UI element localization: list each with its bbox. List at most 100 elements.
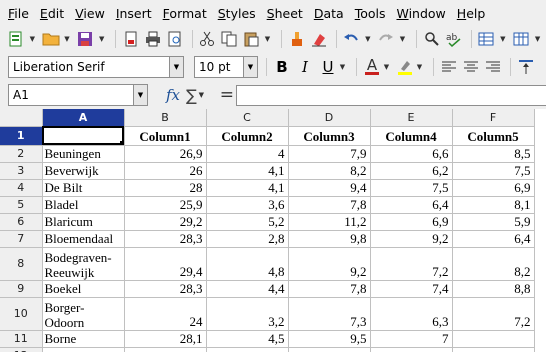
menu-insert[interactable]: Insert bbox=[116, 6, 152, 21]
cell[interactable]: 6,4 bbox=[452, 230, 535, 248]
cell[interactable]: 8,2 bbox=[452, 247, 535, 281]
cell[interactable]: Borne bbox=[42, 330, 125, 348]
column-header-e[interactable]: E bbox=[370, 109, 453, 127]
cell[interactable]: 5,2 bbox=[206, 213, 289, 231]
cell[interactable]: 24 bbox=[124, 297, 207, 331]
cell[interactable]: 9,8 bbox=[288, 230, 371, 248]
clone-formatting-icon[interactable] bbox=[287, 29, 307, 49]
name-box[interactable]: A1 ▼ bbox=[8, 84, 148, 106]
cell[interactable]: 4,1 bbox=[206, 179, 289, 197]
redo-dropdown-icon[interactable]: ▼ bbox=[398, 29, 407, 49]
cell[interactable]: 6,6 bbox=[370, 145, 453, 163]
cell[interactable]: Beuningen bbox=[42, 145, 125, 163]
cell[interactable] bbox=[452, 330, 535, 348]
cell[interactable]: 7,4 bbox=[370, 280, 453, 298]
row-header[interactable]: 5 bbox=[0, 196, 43, 214]
fill-handle[interactable] bbox=[119, 140, 123, 144]
cell[interactable]: 6,9 bbox=[370, 213, 453, 231]
paste-dropdown-icon[interactable]: ▼ bbox=[263, 29, 272, 49]
menu-sheet[interactable]: Sheet bbox=[267, 6, 303, 21]
align-center-icon[interactable] bbox=[461, 57, 481, 77]
font-color-button[interactable]: A bbox=[362, 57, 382, 77]
cell[interactable] bbox=[370, 347, 453, 352]
bold-button[interactable]: B bbox=[272, 57, 292, 77]
cell[interactable]: De Bilt bbox=[42, 179, 125, 197]
new-dropdown-icon[interactable]: ▼ bbox=[28, 29, 37, 49]
cell[interactable]: 28,1 bbox=[124, 330, 207, 348]
sum-icon[interactable]: ∑ bbox=[186, 86, 197, 105]
cell[interactable]: 4,5 bbox=[206, 330, 289, 348]
cell[interactable]: 3,2 bbox=[206, 297, 289, 331]
cell[interactable]: 6,9 bbox=[452, 179, 535, 197]
cell[interactable] bbox=[452, 347, 535, 352]
row-header[interactable]: 10 bbox=[0, 297, 43, 331]
row-icon[interactable] bbox=[477, 29, 497, 49]
cell[interactable]: Column4 bbox=[370, 126, 453, 146]
cell[interactable]: Bloemendaal bbox=[42, 230, 125, 248]
cell[interactable]: 7,3 bbox=[288, 297, 371, 331]
italic-button[interactable]: I bbox=[295, 57, 315, 77]
cell[interactable]: 9,5 bbox=[288, 330, 371, 348]
cell[interactable]: 8,5 bbox=[452, 145, 535, 163]
row-header[interactable]: 11 bbox=[0, 330, 43, 348]
highlight-dropdown-icon[interactable]: ▼ bbox=[415, 57, 424, 77]
cell[interactable]: Column5 bbox=[452, 126, 535, 146]
cell[interactable]: Blaricum bbox=[42, 213, 125, 231]
cell[interactable]: 29,2 bbox=[124, 213, 207, 231]
undo-icon[interactable] bbox=[342, 29, 362, 49]
function-wizard-icon[interactable]: fx bbox=[166, 86, 180, 104]
print-preview-icon[interactable] bbox=[165, 29, 185, 49]
formula-input[interactable] bbox=[236, 85, 546, 106]
row-header[interactable]: 8 bbox=[0, 247, 43, 281]
font-name-combo[interactable]: Liberation Serif ▼ bbox=[8, 55, 184, 78]
column-dropdown-icon[interactable]: ▼ bbox=[533, 29, 542, 49]
redo-icon[interactable] bbox=[376, 29, 396, 49]
cell[interactable]: 28,3 bbox=[124, 230, 207, 248]
row-header[interactable]: 2 bbox=[0, 145, 43, 163]
cell[interactable]: 28,3 bbox=[124, 280, 207, 298]
cell[interactable]: 7,8 bbox=[288, 196, 371, 214]
cell[interactable]: Column2 bbox=[206, 126, 289, 146]
column-header-f[interactable]: F bbox=[452, 109, 535, 127]
cell[interactable]: 29,4 bbox=[124, 247, 207, 281]
row-header[interactable]: 7 bbox=[0, 230, 43, 248]
align-right-icon[interactable] bbox=[483, 57, 503, 77]
cell[interactable]: Column1 bbox=[124, 126, 207, 146]
highlight-icon[interactable] bbox=[395, 57, 415, 77]
select-all-corner[interactable] bbox=[0, 109, 43, 127]
font-name-dropdown-icon[interactable]: ▼ bbox=[169, 56, 183, 77]
font-size-combo[interactable]: 10 pt ▼ bbox=[194, 55, 258, 78]
menu-help[interactable]: Help bbox=[457, 6, 486, 21]
name-box-dropdown-icon[interactable]: ▼ bbox=[133, 85, 147, 105]
column-header-a[interactable]: A bbox=[42, 109, 125, 127]
cell[interactable]: Beverwijk bbox=[42, 162, 125, 180]
row-header[interactable]: 6 bbox=[0, 213, 43, 231]
underline-button[interactable]: U bbox=[318, 57, 338, 77]
cell[interactable]: 6,2 bbox=[370, 162, 453, 180]
cell[interactable]: 4 bbox=[206, 145, 289, 163]
cell[interactable]: 9,2 bbox=[370, 230, 453, 248]
row-header[interactable]: 1 bbox=[0, 126, 43, 146]
open-dropdown-icon[interactable]: ▼ bbox=[63, 29, 72, 49]
cell[interactable] bbox=[42, 347, 125, 352]
open-folder-icon[interactable] bbox=[41, 29, 61, 49]
row-header[interactable]: 4 bbox=[0, 179, 43, 197]
column-header-c[interactable]: C bbox=[206, 109, 289, 127]
font-size-dropdown-icon[interactable]: ▼ bbox=[243, 56, 257, 77]
menu-data[interactable]: Data bbox=[314, 6, 344, 21]
cell[interactable]: Borger- Odoorn bbox=[42, 297, 125, 331]
cell[interactable]: 26 bbox=[124, 162, 207, 180]
font-color-dropdown-icon[interactable]: ▼ bbox=[382, 57, 391, 77]
menu-styles[interactable]: Styles bbox=[218, 6, 256, 21]
cell[interactable]: 7,5 bbox=[452, 162, 535, 180]
cell[interactable]: 7,9 bbox=[288, 145, 371, 163]
cell[interactable]: 9,2 bbox=[288, 247, 371, 281]
menu-view[interactable]: View bbox=[75, 6, 105, 21]
menu-format[interactable]: Format bbox=[163, 6, 207, 21]
export-pdf-icon[interactable] bbox=[121, 29, 141, 49]
cell[interactable]: 7 bbox=[370, 330, 453, 348]
row-header[interactable]: 3 bbox=[0, 162, 43, 180]
cell[interactable] bbox=[288, 347, 371, 352]
menu-file[interactable]: File bbox=[8, 6, 29, 21]
spelling-icon[interactable]: ab bbox=[444, 29, 464, 49]
